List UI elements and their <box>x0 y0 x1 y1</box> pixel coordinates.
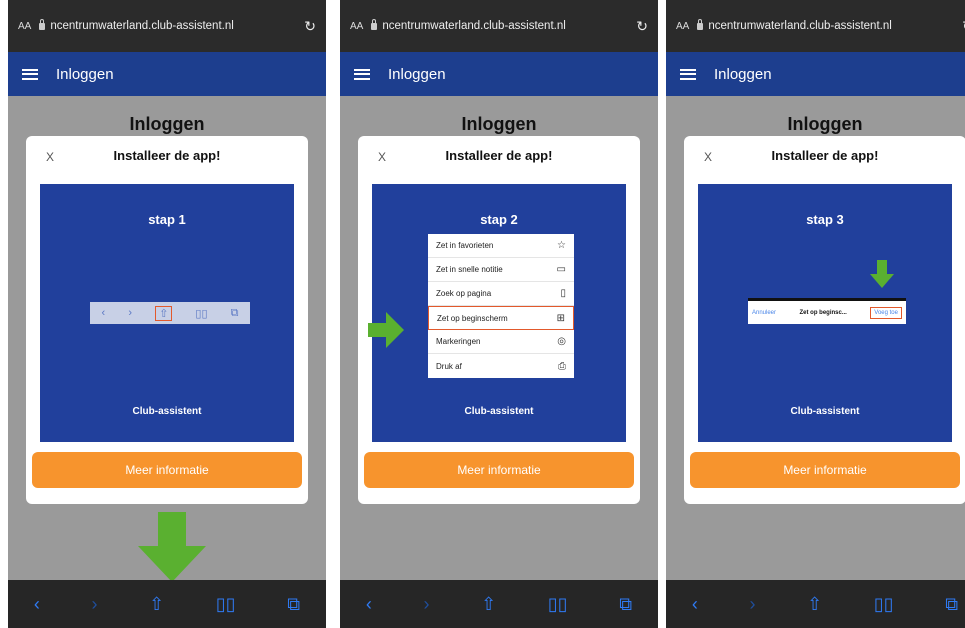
reload-icon[interactable]: ↻ <box>304 18 316 35</box>
menu-item: Zet in snelle notitie ▭ <box>428 258 574 282</box>
modal-title: Installeer de app! <box>445 148 553 163</box>
more-info-button[interactable]: Meer informatie <box>364 452 634 488</box>
url-text[interactable]: ncentrumwaterland.club-assistent.nl <box>382 20 632 32</box>
hamburger-menu-icon[interactable] <box>680 68 696 80</box>
back-button[interactable]: ‹ <box>366 594 372 615</box>
step-label: stap 2 <box>480 212 518 227</box>
instruction-panel: stap 3 Annuleer Zet op beginsc... Voeg t… <box>698 184 952 442</box>
more-info-button[interactable]: Meer informatie <box>32 452 302 488</box>
lock-icon <box>697 18 704 30</box>
star-icon: ☆ <box>557 240 566 251</box>
right-arrow-icon <box>368 312 404 348</box>
back-button[interactable]: ‹ <box>34 594 40 615</box>
find-icon: ▯ <box>560 288 566 299</box>
add-square-icon: ⊞ <box>556 312 565 324</box>
share-button[interactable]: ⇧ <box>807 594 822 615</box>
dialog-title: Zet op beginsc... <box>799 309 847 316</box>
app-navbar: Inloggen <box>666 52 965 96</box>
lock-icon <box>371 18 378 30</box>
mini-safari-toolbar: ‹ › ⇧ ▯▯ ⧉ <box>90 302 250 324</box>
install-modal: X Installeer de app! stap 1 ‹ › ⇧ ▯▯ ⧉ C… <box>26 136 308 504</box>
menu-item: Druk af ⎙ <box>436 360 566 372</box>
phone-step-3: AA ncentrumwaterland.club-assistent.nl ↻… <box>666 0 965 628</box>
browser-url-bar[interactable]: AA ncentrumwaterland.club-assistent.nl ↻ <box>8 0 326 52</box>
lock-icon <box>39 18 46 30</box>
phone-step-1: AA ncentrumwaterland.club-assistent.nl ↻… <box>8 0 326 628</box>
url-text[interactable]: ncentrumwaterland.club-assistent.nl <box>50 20 300 32</box>
tabs-button[interactable]: ⧉ <box>287 594 300 615</box>
nav-title: Inloggen <box>388 65 446 83</box>
modal-title: Installeer de app! <box>771 148 879 163</box>
page-title: Inloggen <box>461 114 537 134</box>
instruction-panel: stap 2 Zet in favorieten ☆ Zet in snelle … <box>372 184 626 442</box>
forward-button[interactable]: › <box>91 594 97 615</box>
safari-toolbar: ‹ › ⇧ ▯▯ ⧉ <box>340 580 658 628</box>
url-text[interactable]: ncentrumwaterland.club-assistent.nl <box>708 20 958 32</box>
share-button[interactable]: ⇧ <box>149 594 164 615</box>
share-button[interactable]: ⇧ <box>481 594 496 615</box>
nav-title: Inloggen <box>56 65 114 83</box>
nav-title: Inloggen <box>714 65 772 83</box>
instruction-panel: stap 1 ‹ › ⇧ ▯▯ ⧉ Club-assistent <box>40 184 294 442</box>
browser-url-bar[interactable]: AA ncentrumwaterland.club-assistent.nl ↻ <box>666 0 965 52</box>
share-icon: ⇧ <box>155 305 173 321</box>
safari-toolbar: ‹ › ⇧ ▯▯ ⧉ <box>666 580 965 628</box>
markup-icon: ◎ <box>557 336 566 347</box>
menu-item: Markeringen ◎ <box>428 330 574 354</box>
back-button[interactable]: ‹ <box>692 594 698 615</box>
note-icon: ▭ <box>556 264 566 275</box>
reload-icon[interactable]: ↻ <box>636 18 648 35</box>
step-label: stap 1 <box>148 212 186 227</box>
text-size-button[interactable]: AA <box>676 21 689 32</box>
tabs-button[interactable]: ⧉ <box>945 594 958 615</box>
hamburger-menu-icon[interactable] <box>22 68 38 80</box>
menu-item-add-to-homescreen: Zet op beginscherm ⊞ <box>428 306 574 330</box>
forward-button[interactable]: › <box>749 594 755 615</box>
more-info-button[interactable]: Meer informatie <box>690 452 960 488</box>
app-navbar: Inloggen <box>8 52 326 96</box>
bookmarks-button[interactable]: ▯▯ <box>548 594 568 615</box>
share-menu: Zet in favorieten ☆ Zet in snelle notitie… <box>428 234 574 378</box>
panel-footer: Club-assistent <box>464 406 534 417</box>
menu-item: Zet in favorieten ☆ <box>428 234 574 258</box>
safari-toolbar: ‹ › ⇧ ▯▯ ⧉ <box>8 580 326 628</box>
back-icon: ‹ <box>101 307 106 319</box>
text-size-button[interactable]: AA <box>18 21 31 32</box>
hamburger-menu-icon[interactable] <box>354 68 370 80</box>
menu-item: Zoek op pagina ▯ <box>428 282 574 306</box>
step-label: stap 3 <box>806 212 844 227</box>
text-size-button[interactable]: AA <box>350 21 363 32</box>
add-link: Voeg toe <box>870 306 902 319</box>
phone-step-2: AA ncentrumwaterland.club-assistent.nl ↻… <box>340 0 658 628</box>
bookmarks-button[interactable]: ▯▯ <box>874 594 894 615</box>
bookmarks-icon: ▯▯ <box>195 307 208 320</box>
page-title: Inloggen <box>129 114 205 134</box>
panel-footer: Club-assistent <box>790 406 860 417</box>
modal-title: Installeer de app! <box>113 148 221 163</box>
forward-button[interactable]: › <box>423 594 429 615</box>
app-navbar: Inloggen <box>340 52 658 96</box>
tabs-icon: ⧉ <box>230 306 239 319</box>
print-icon: ⎙ <box>558 360 566 372</box>
down-arrow-icon <box>870 260 894 288</box>
add-to-homescreen-dialog: Annuleer Zet op beginsc... Voeg toe <box>748 298 906 324</box>
forward-icon: › <box>128 307 132 319</box>
cancel-link: Annuleer <box>752 309 777 316</box>
bookmarks-button[interactable]: ▯▯ <box>216 594 236 615</box>
down-arrow-icon <box>138 512 206 582</box>
install-modal: X Installeer de app! stap 3 Annuleer Zet… <box>684 136 965 504</box>
browser-url-bar[interactable]: AA ncentrumwaterland.club-assistent.nl ↻ <box>340 0 658 52</box>
panel-footer: Club-assistent <box>132 406 202 417</box>
page-title: Inloggen <box>787 114 863 134</box>
tabs-button[interactable]: ⧉ <box>619 594 632 615</box>
